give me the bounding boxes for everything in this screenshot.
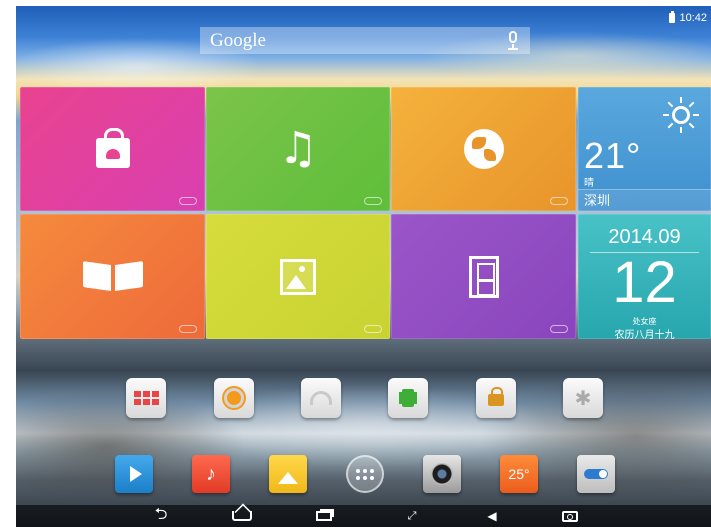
bluetooth-icon[interactable]: ✱ bbox=[563, 378, 603, 418]
home-screen: 10:42 Google ♫ 21° 晴 深圳 2014.09 12 处女座 农… bbox=[16, 6, 711, 527]
tile-drag-handle-icon bbox=[179, 325, 197, 333]
home-icon[interactable] bbox=[229, 508, 255, 524]
weather-condition: 晴 bbox=[584, 178, 594, 189]
gallery-app-icon[interactable] bbox=[269, 455, 307, 493]
screenshot-icon[interactable] bbox=[559, 508, 581, 524]
weather-temperature: 21° bbox=[584, 135, 642, 176]
tile-drag-handle-icon bbox=[179, 197, 197, 205]
navigation-bar: ⮌ ⤢ ◀ bbox=[16, 505, 711, 527]
task-manager-icon[interactable] bbox=[126, 378, 166, 418]
tile-weather[interactable]: 21° 晴 深圳 bbox=[578, 87, 711, 211]
video-player-icon[interactable] bbox=[115, 455, 153, 493]
google-search-bar[interactable]: Google bbox=[200, 27, 530, 54]
status-time: 10:42 bbox=[679, 12, 707, 24]
calendar-lunar-date: 农历八月十九 bbox=[614, 330, 675, 341]
battery-icon bbox=[669, 11, 676, 23]
camera-icon[interactable] bbox=[423, 455, 461, 493]
music-app-icon[interactable]: ♪ bbox=[192, 455, 230, 493]
tile-music[interactable]: ♫ bbox=[206, 87, 390, 211]
tile-video[interactable] bbox=[391, 214, 576, 339]
tile-browser[interactable] bbox=[391, 87, 576, 211]
sun-icon bbox=[663, 97, 699, 133]
picture-icon bbox=[280, 258, 316, 295]
calendar-year-month: 2014.09 bbox=[608, 226, 681, 248]
tile-drag-handle-icon bbox=[364, 197, 382, 205]
tile-drag-handle-icon bbox=[550, 197, 568, 205]
volume-down-icon[interactable]: ◀ bbox=[484, 508, 500, 524]
recent-apps-icon[interactable] bbox=[312, 508, 336, 524]
weather-app-icon[interactable]: 25° bbox=[500, 455, 538, 493]
wifi-icon[interactable] bbox=[301, 378, 341, 418]
screen-lock-icon[interactable] bbox=[476, 378, 516, 418]
tile-gallery[interactable] bbox=[206, 214, 390, 339]
tile-ebook[interactable] bbox=[20, 214, 205, 339]
google-logo: Google bbox=[210, 29, 266, 51]
back-icon[interactable]: ⮌ bbox=[148, 506, 174, 524]
brightness-icon[interactable] bbox=[214, 378, 254, 418]
music-note-icon: ♫ bbox=[278, 123, 318, 174]
settings-toggle-icon[interactable] bbox=[577, 455, 615, 493]
tile-calendar[interactable]: 2014.09 12 处女座 农历八月十九 bbox=[578, 214, 711, 341]
expand-icon[interactable]: ⤢ bbox=[404, 508, 420, 524]
tile-drag-handle-icon bbox=[550, 325, 568, 333]
film-icon bbox=[468, 255, 499, 298]
vibrate-icon[interactable] bbox=[388, 378, 428, 418]
dock-temperature-label: 25° bbox=[508, 466, 530, 482]
app-drawer-icon[interactable] bbox=[346, 455, 384, 493]
status-bar: 10:42 bbox=[669, 10, 707, 26]
tile-drag-handle-icon bbox=[364, 325, 382, 333]
open-book-icon bbox=[82, 260, 143, 291]
tile-app-store[interactable] bbox=[20, 87, 205, 211]
calendar-day: 12 bbox=[612, 250, 677, 315]
weather-city: 深圳 bbox=[578, 189, 711, 211]
microphone-icon[interactable] bbox=[506, 30, 520, 51]
globe-icon bbox=[463, 129, 504, 169]
shopping-bag-icon bbox=[95, 128, 130, 168]
